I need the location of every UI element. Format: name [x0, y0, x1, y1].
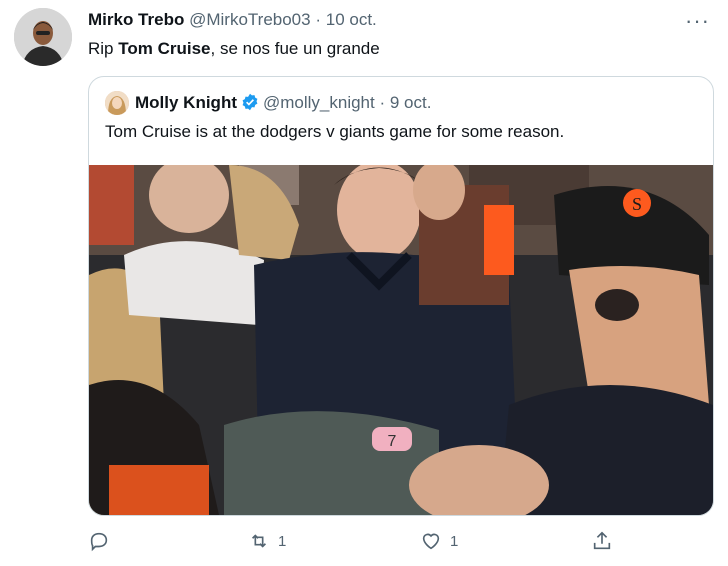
quoted-author-avatar[interactable]: [105, 91, 129, 115]
retweet-button[interactable]: 1: [248, 530, 286, 552]
tweet-date[interactable]: 10 oct.: [326, 10, 377, 29]
quoted-tweet[interactable]: Molly Knight @molly_knight · 9 oct. Tom C…: [88, 76, 714, 516]
retweet-count: 1: [278, 532, 287, 550]
separator: ·: [315, 10, 321, 29]
quoted-separator: ·: [379, 93, 386, 112]
stadium-photo[interactable]: S 7: [89, 165, 713, 515]
tweet-text-prefix: Rip: [88, 39, 119, 58]
like-button[interactable]: 1: [420, 530, 458, 552]
retweet-icon: [251, 534, 267, 548]
action-bar: 1 1: [88, 530, 628, 558]
reply-icon: [90, 532, 108, 552]
tweet-text: Rip Tom Cruise, se nos fue un grande: [88, 39, 380, 59]
reply-button[interactable]: [88, 530, 110, 552]
like-count: 1: [450, 532, 459, 550]
more-dots-icon[interactable]: ···: [685, 8, 710, 34]
quoted-header: Molly Knight @molly_knight · 9 oct.: [135, 93, 431, 113]
share-icon: [593, 531, 611, 550]
share-button[interactable]: [591, 530, 613, 552]
tweet-header: Mirko Trebo @MirkoTrebo03 · 10 oct.: [88, 10, 377, 30]
quoted-author-handle[interactable]: @molly_knight: [263, 93, 375, 112]
tweet-text-bold: Tom Cruise: [118, 39, 211, 58]
seat-number-label: 7: [388, 433, 397, 450]
author-name[interactable]: Mirko Trebo: [88, 10, 184, 29]
author-avatar[interactable]: [14, 8, 72, 66]
tweet-text-suffix: , se nos fue un grande: [210, 39, 380, 58]
author-handle[interactable]: @MirkoTrebo03: [189, 10, 311, 29]
quoted-date[interactable]: 9 oct.: [390, 93, 432, 112]
quoted-author-name[interactable]: Molly Knight: [135, 93, 237, 112]
tweet[interactable]: Mirko Trebo @MirkoTrebo03 · 10 oct. ··· …: [0, 0, 728, 566]
verified-badge-icon: [242, 93, 258, 111]
heart-icon: [422, 533, 440, 550]
quoted-text: Tom Cruise is at the dodgers v giants ga…: [105, 122, 565, 141]
svg-text:S: S: [632, 194, 642, 214]
